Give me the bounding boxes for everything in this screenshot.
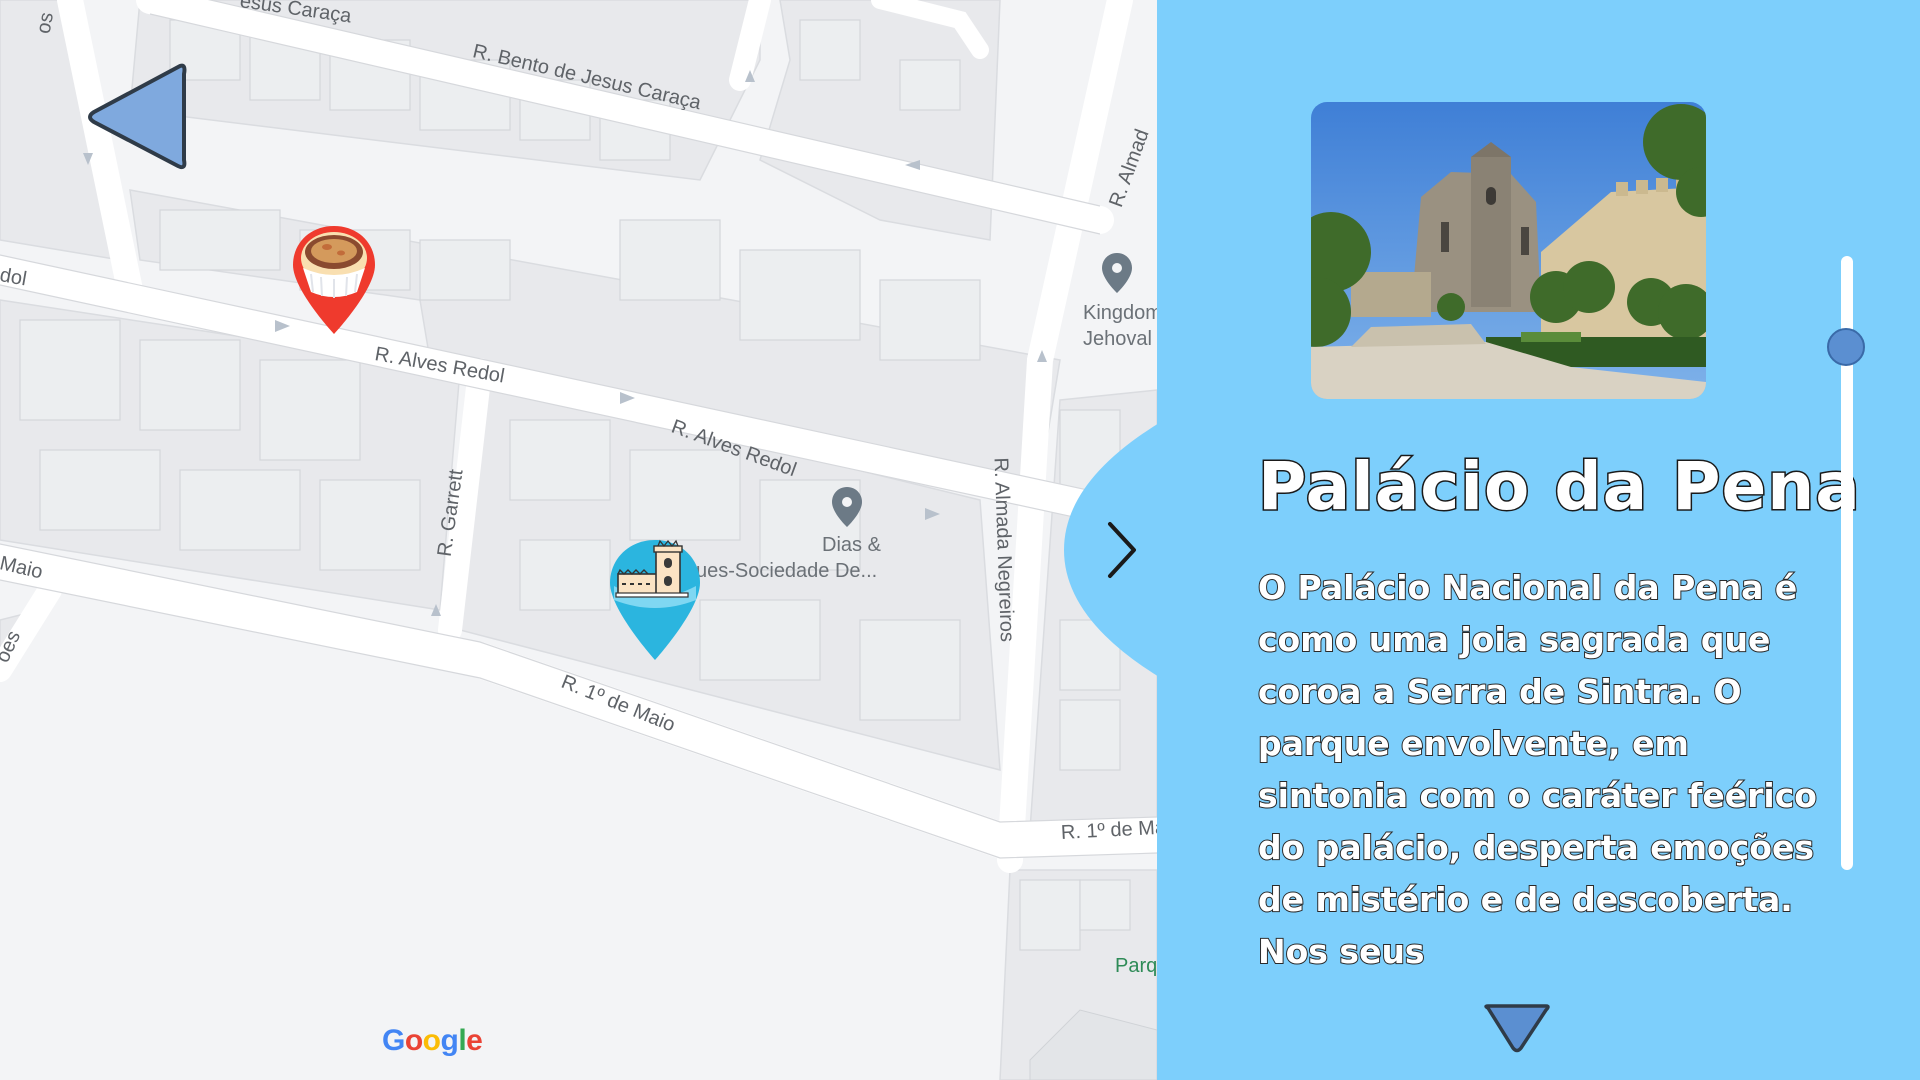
poi-label-line: Jehoval [1083,328,1152,350]
google-logo-letter: l [458,1024,467,1057]
google-logo-letter: e [466,1024,483,1057]
park-label: Parq [1115,955,1157,977]
poi-label-line: ues-Sociedade De... [696,560,878,582]
back-button[interactable] [82,58,192,176]
place-title: Palácio da Pena [1257,447,1862,527]
poi-label-kingdom: Kingdom Jehoval [1083,300,1157,352]
google-logo-letter: g [440,1024,459,1057]
triangle-left-icon [88,63,187,170]
street-label: dol [0,264,29,291]
poi-label-line: Kingdom [1083,302,1157,324]
google-logo-letter: o [422,1024,441,1057]
google-logo-letter: G [382,1024,405,1057]
street-label: os [32,10,59,36]
poi-label-line: Dias & [822,534,881,556]
place-description: O Palácio Nacional da Pena é como uma jo… [1258,567,1818,972]
monument-photo [1311,102,1706,399]
triangle-down-icon [1484,1004,1550,1053]
scroll-down-button[interactable] [1482,1002,1552,1054]
poi-label-dias: Dias & ues-Sociedade De... [696,532,881,584]
belem-tower-pin-icon[interactable] [608,538,702,664]
street-label: R. 1º de Ma [1060,816,1157,844]
google-logo: Google [382,1024,483,1058]
next-button[interactable] [1064,420,1164,680]
map-view[interactable]: R. Bento de Jesus Caraça esus Caraça R. … [0,0,1157,1080]
google-logo-letter: o [404,1024,423,1057]
pastel-de-nata-pin-icon[interactable] [291,222,377,338]
scrollbar-thumb[interactable] [1827,327,1865,366]
